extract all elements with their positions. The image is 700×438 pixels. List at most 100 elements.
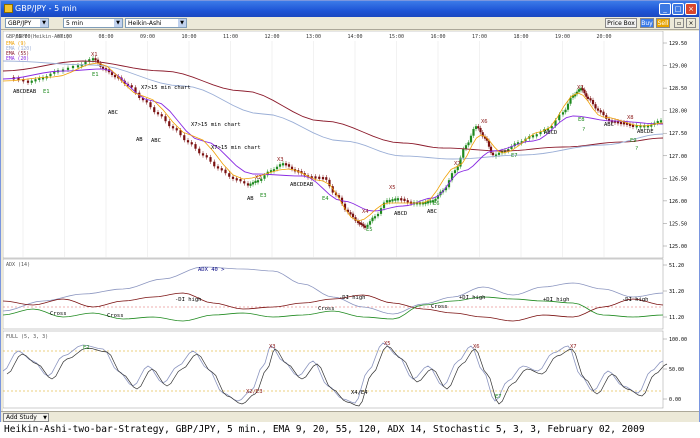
chart-annotation: -DI high bbox=[175, 297, 202, 303]
heikin-ashi-candle bbox=[164, 116, 167, 122]
heikin-ashi-candle bbox=[491, 152, 495, 156]
axis-tick-label: 51.20 bbox=[669, 263, 684, 269]
time-axis-label: 18:00 bbox=[513, 34, 528, 40]
time-axis: 06:00 07:00 08:00 09:00 10:00 11:00 12:00 13:00… bbox=[15, 34, 611, 40]
heikin-ashi-candle bbox=[201, 153, 205, 156]
adx-panel[interactable]: 51.20 31.20 11.20 ADX 40 > -DI high -DI high… bbox=[2, 258, 684, 330]
heikin-ashi-candle bbox=[284, 163, 288, 166]
heikin-ashi-candle bbox=[596, 108, 600, 111]
adx-panel-frame bbox=[2, 258, 664, 330]
time-axis-label: 17:00 bbox=[472, 34, 487, 40]
interval-select[interactable]: 5 min ▼ bbox=[63, 18, 123, 28]
heikin-ashi-candle bbox=[194, 144, 197, 149]
interval-value: 5 min bbox=[66, 20, 84, 27]
toolbar-close-icon[interactable]: × bbox=[686, 18, 696, 28]
heikin-ashi-candle bbox=[351, 213, 355, 218]
maximize-button[interactable]: □ bbox=[672, 3, 684, 15]
buy-button[interactable]: Buy bbox=[640, 18, 654, 28]
chart-annotation: ABCDEAB bbox=[290, 182, 314, 188]
stochastic-panel[interactable]: 100.00 50.00 0.00 E2 X3 X5 X6 X7 X2/E3 X4/E4 E7 F… bbox=[2, 330, 687, 409]
chart-area[interactable]: 06:00 07:00 08:00 09:00 10:00 11:00 12:00 13:00… bbox=[2, 30, 699, 411]
app-window: GBP/JPY - 5 min _ □ × GBP/JPY ▼ 5 min ▼ … bbox=[0, 0, 700, 422]
minimize-button[interactable]: _ bbox=[659, 3, 671, 15]
heikin-ashi-candle bbox=[84, 61, 87, 65]
heikin-ashi-candle bbox=[656, 120, 659, 124]
heikin-ashi-candle bbox=[183, 135, 186, 141]
heikin-ashi-candle bbox=[659, 120, 663, 123]
heikin-ashi-candle bbox=[429, 200, 432, 203]
price-panel[interactable]: 06:00 07:00 08:00 09:00 10:00 11:00 12:00 13:00… bbox=[2, 30, 687, 259]
chart-annotation: X6 bbox=[473, 344, 480, 350]
heikin-ashi-candle bbox=[251, 182, 255, 185]
axis-tick-label: 50.00 bbox=[669, 367, 684, 373]
heikin-ashi-candle bbox=[160, 114, 163, 117]
sell-button[interactable]: Sell bbox=[656, 18, 670, 28]
heikin-ashi-candle bbox=[275, 166, 279, 170]
axis-tick-label: 126.50 bbox=[669, 176, 687, 182]
chevron-down-icon: ▼ bbox=[178, 19, 186, 27]
heikin-ashi-candle bbox=[198, 148, 201, 154]
axis-tick-label: 126.00 bbox=[669, 199, 687, 205]
chart-annotation: ABC bbox=[427, 209, 437, 215]
heikin-ashi-candle bbox=[30, 80, 33, 83]
heikin-ashi-candle bbox=[479, 127, 482, 133]
axis-tick-label: 128.50 bbox=[669, 86, 687, 92]
heikin-ashi-candle bbox=[467, 142, 470, 146]
axis-tick-label: 0.00 bbox=[669, 397, 681, 403]
chart-annotation: X7 bbox=[454, 161, 461, 167]
chart-annotation: X1 bbox=[91, 52, 98, 58]
heikin-ashi-candle bbox=[321, 177, 325, 180]
heikin-ashi-candle bbox=[171, 126, 175, 129]
heikin-ashi-candle bbox=[586, 96, 590, 99]
heikin-ashi-candle bbox=[231, 176, 235, 179]
close-button[interactable]: × bbox=[685, 3, 697, 15]
heikin-ashi-candle bbox=[318, 176, 321, 179]
heikin-ashi-candle bbox=[474, 126, 478, 129]
time-axis-label: 11:00 bbox=[223, 34, 238, 40]
add-study-button[interactable]: Add Study ▼ bbox=[3, 413, 49, 422]
heikin-ashi-candle bbox=[373, 216, 377, 219]
heikin-ashi-candle bbox=[205, 155, 208, 158]
chart-annotation: ? bbox=[582, 127, 585, 133]
chart-annotation: Cross bbox=[50, 311, 67, 317]
chart-annotation: E3 bbox=[260, 193, 267, 199]
heikin-ashi-candle bbox=[216, 166, 220, 169]
chevron-down-icon: ▼ bbox=[40, 19, 48, 27]
symbol-select[interactable]: GBP/JPY ▼ bbox=[5, 18, 49, 28]
heikin-ashi-candle bbox=[472, 128, 475, 136]
chart-annotation: E9 bbox=[630, 138, 637, 144]
time-axis-label: 10:00 bbox=[181, 34, 196, 40]
heikin-ashi-candle bbox=[130, 85, 133, 88]
add-study-label: Add Study bbox=[6, 414, 37, 421]
chart-annotation: AB bbox=[247, 196, 254, 202]
chart-annotation: E4 bbox=[322, 196, 329, 202]
heikin-ashi-candle bbox=[396, 198, 400, 201]
price-box-button[interactable]: Price Box bbox=[605, 18, 637, 28]
axis-tick-label: 125.00 bbox=[669, 244, 687, 250]
heikin-ashi-candle bbox=[254, 180, 257, 183]
heikin-ashi-candle bbox=[531, 135, 535, 138]
heikin-ashi-candle bbox=[26, 80, 30, 83]
chart-annotation: ABC bbox=[151, 138, 161, 144]
heikin-ashi-candle bbox=[371, 217, 374, 222]
heikin-ashi-candle bbox=[426, 201, 430, 204]
heikin-ashi-candle bbox=[190, 142, 193, 145]
chart-annotation: +DI high bbox=[543, 297, 570, 303]
heikin-ashi-candle bbox=[599, 110, 602, 113]
chart-annotation: X2/E3 bbox=[246, 389, 263, 395]
chart-annotation: ? bbox=[635, 146, 638, 152]
price-panel-frame bbox=[2, 30, 664, 259]
heikin-ashi-candle bbox=[249, 183, 252, 186]
heikin-ashi-candle bbox=[94, 58, 97, 61]
heikin-ashi-candle bbox=[469, 135, 473, 143]
toolbar-restore-icon[interactable]: ▫ bbox=[674, 18, 684, 28]
heikin-ashi-candle bbox=[145, 100, 148, 103]
heikin-ashi-candle bbox=[224, 169, 227, 174]
chart-canvas[interactable]: 06:00 07:00 08:00 09:00 10:00 11:00 12:00 13:00… bbox=[2, 30, 699, 411]
time-axis-label: 16:00 bbox=[430, 34, 445, 40]
chart-style-select[interactable]: Heikin-Ashi ▼ bbox=[125, 18, 187, 28]
heikin-ashi-candle bbox=[406, 200, 409, 203]
heikin-ashi-candle bbox=[314, 176, 317, 179]
stochastic-panel-header: FULL (5, 3, 3) bbox=[6, 334, 48, 340]
chart-annotation: E1 bbox=[92, 72, 99, 78]
